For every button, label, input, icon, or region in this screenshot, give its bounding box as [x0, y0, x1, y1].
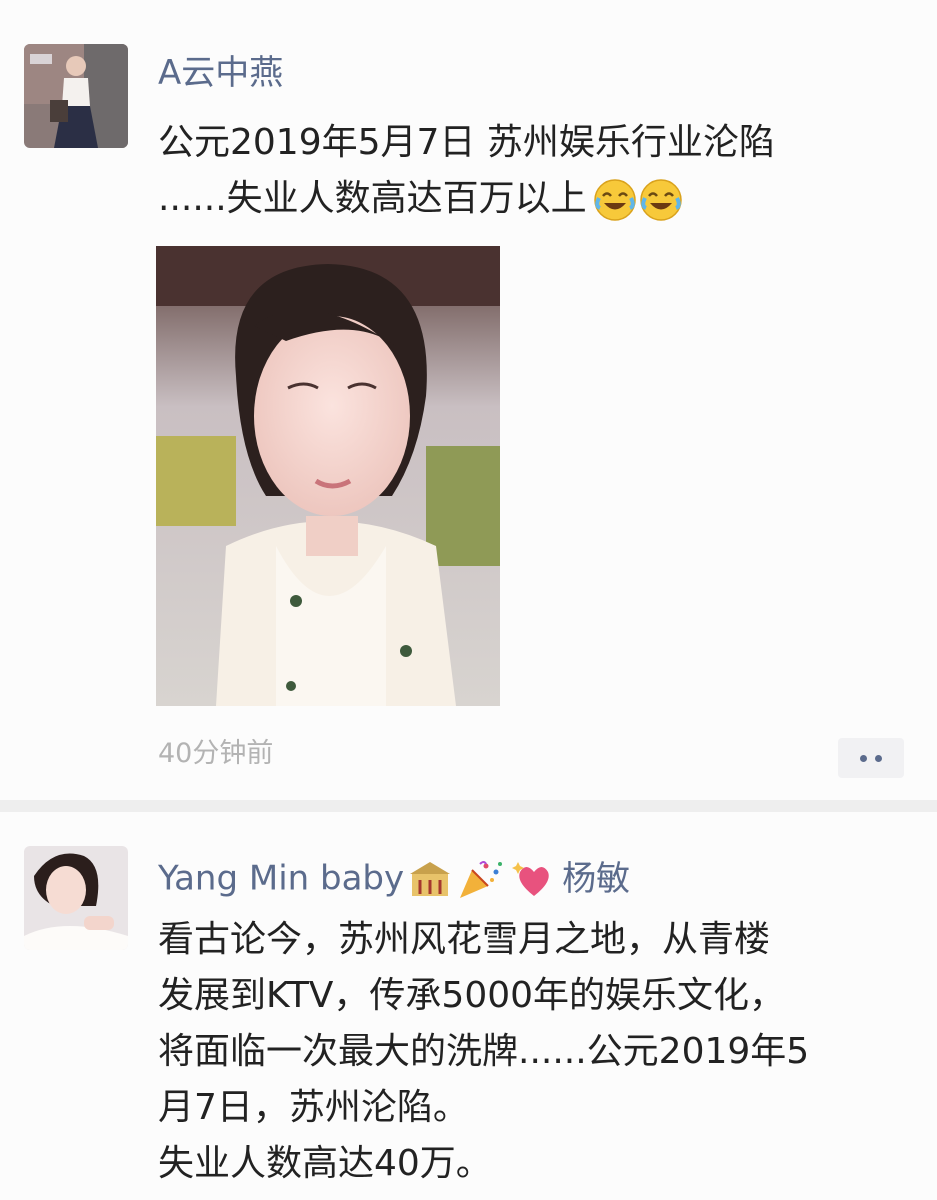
author-name: Yang Min baby	[158, 858, 405, 899]
post-timestamp: 40分钟前	[158, 738, 274, 769]
author-name[interactable]: A云中燕	[158, 56, 283, 90]
avatar[interactable]	[24, 846, 128, 950]
moment-post: A云中燕 公元2019年5月7日 苏州娱乐行业沦陷 ......失业人数高达百万…	[0, 0, 937, 800]
moments-feed: A云中燕 公元2019年5月7日 苏州娱乐行业沦陷 ......失业人数高达百万…	[0, 0, 937, 1200]
laugh-cry-emoji-icon	[593, 178, 637, 222]
post-photo[interactable]	[156, 246, 500, 706]
post-text-line: 发展到KTV，传承5000年的娱乐文化，	[158, 975, 786, 1016]
more-dots-icon	[860, 754, 867, 762]
author-name-row[interactable]: Yang Min baby 杨敏	[158, 860, 630, 900]
post-text-line-with-emoji: ......失业人数高达百万以上	[158, 171, 683, 227]
fireworks-icon	[408, 860, 452, 900]
post-text-line: ......失业人数高达百万以上	[158, 178, 587, 219]
post-text-line: 公元2019年5月7日 苏州娱乐行业沦陷	[158, 122, 775, 163]
post-divider	[0, 800, 937, 812]
moment-post: Yang Min baby 杨敏 看古论今，苏州风花雪月之地，从青楼 发展到KTV…	[0, 812, 937, 1200]
laugh-cry-emoji-icon	[639, 178, 683, 222]
avatar[interactable]	[24, 44, 128, 148]
post-text-line: 看古论今，苏州风花雪月之地，从青楼	[158, 919, 771, 960]
more-dots-icon	[875, 754, 882, 762]
party-popper-icon	[456, 860, 508, 900]
post-text-line: 月7日，苏州沦陷。	[158, 1087, 469, 1128]
sparkling-heart-icon	[512, 860, 556, 900]
more-actions-button[interactable]	[838, 738, 904, 778]
author-name-suffix: 杨敏	[562, 858, 631, 899]
post-text-line: 将面临一次最大的洗牌......公元2019年5	[158, 1031, 810, 1072]
post-text-line: 失业人数高达40万。	[158, 1143, 492, 1184]
